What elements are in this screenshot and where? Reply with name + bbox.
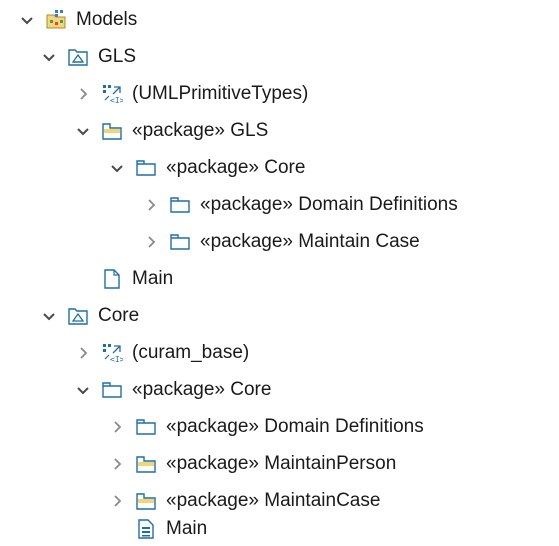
model-icon	[66, 304, 90, 328]
chevron-down-icon[interactable]	[38, 305, 60, 327]
tree-item-label: Core	[98, 305, 140, 326]
tree-item-label: (curam_base)	[132, 342, 250, 363]
tree-item-core-model[interactable]: Core	[38, 299, 139, 333]
chevron-right-icon[interactable]	[106, 490, 128, 512]
package-yellow-icon	[100, 119, 124, 143]
tree-item-package-domain-definitions[interactable]: «package» Domain Definitions	[140, 188, 458, 222]
imported-library-icon: <I>	[100, 341, 124, 365]
tree-item-package-domain-definitions-2[interactable]: «package» Domain Definitions	[106, 410, 424, 444]
tree-item-main-document[interactable]: Main	[134, 512, 207, 546]
diagram-icon	[100, 267, 124, 291]
tree-item-label: «package» Domain Definitions	[200, 194, 458, 215]
tree-item-label: Models	[76, 9, 138, 30]
chevron-down-icon[interactable]	[106, 157, 128, 179]
tree-item-label: «package» MaintainCase	[166, 490, 381, 511]
tree-item-label: GLS	[98, 46, 137, 67]
model-icon	[66, 45, 90, 69]
package-icon	[100, 378, 124, 402]
tree-item-models[interactable]: Models	[16, 3, 137, 37]
tree-item-label: «package» Core	[132, 379, 272, 400]
tree-item-package-core[interactable]: «package» Core	[106, 151, 305, 185]
chevron-right-icon[interactable]	[72, 342, 94, 364]
svg-text:<I>: <I>	[110, 96, 123, 105]
tree-item-label: Main	[166, 518, 208, 539]
chevron-right-icon[interactable]	[106, 416, 128, 438]
tree-item-uml-primitive-types[interactable]: <I> (UMLPrimitiveTypes)	[72, 77, 308, 111]
package-icon	[134, 156, 158, 180]
chevron-right-icon[interactable]	[72, 83, 94, 105]
chevron-right-icon[interactable]	[140, 231, 162, 253]
chevron-right-icon[interactable]	[140, 194, 162, 216]
tree-item-label: (UMLPrimitiveTypes)	[132, 83, 309, 104]
package-icon	[134, 415, 158, 439]
chevron-down-icon[interactable]	[72, 379, 94, 401]
tree-item-label: Main	[132, 268, 174, 289]
tree-item-label: «package» MaintainPerson	[166, 453, 397, 474]
tree-item-curam-base[interactable]: <I> (curam_base)	[72, 336, 249, 370]
tree-item-package-maintain-case[interactable]: «package» Maintain Case	[140, 225, 420, 259]
tree-item-package-maintain-person[interactable]: «package» MaintainPerson	[106, 447, 396, 481]
package-yellow-icon	[134, 489, 158, 513]
package-icon	[168, 230, 192, 254]
model-explorer-tree: Models GLS <I> (UMLPrimitiveTypes) «pack…	[0, 0, 559, 544]
tree-item-main-diagram[interactable]: Main	[100, 262, 173, 296]
models-project-icon	[44, 8, 68, 32]
tree-item-label: «package» Domain Definitions	[166, 416, 424, 437]
tree-item-package-core-2[interactable]: «package» Core	[72, 373, 271, 407]
tree-item-label: «package» Maintain Case	[200, 231, 420, 252]
diagram-document-icon	[134, 517, 158, 541]
tree-item-gls-model[interactable]: GLS	[38, 40, 136, 74]
tree-item-package-gls[interactable]: «package» GLS	[72, 114, 268, 148]
svg-text:<I>: <I>	[110, 355, 123, 364]
tree-item-label: «package» Core	[166, 157, 306, 178]
chevron-right-icon[interactable]	[106, 453, 128, 475]
package-yellow-icon	[134, 452, 158, 476]
chevron-down-icon[interactable]	[72, 120, 94, 142]
package-icon	[168, 193, 192, 217]
imported-library-icon: <I>	[100, 82, 124, 106]
chevron-down-icon[interactable]	[38, 46, 60, 68]
chevron-down-icon[interactable]	[16, 9, 38, 31]
tree-item-label: «package» GLS	[132, 120, 269, 141]
